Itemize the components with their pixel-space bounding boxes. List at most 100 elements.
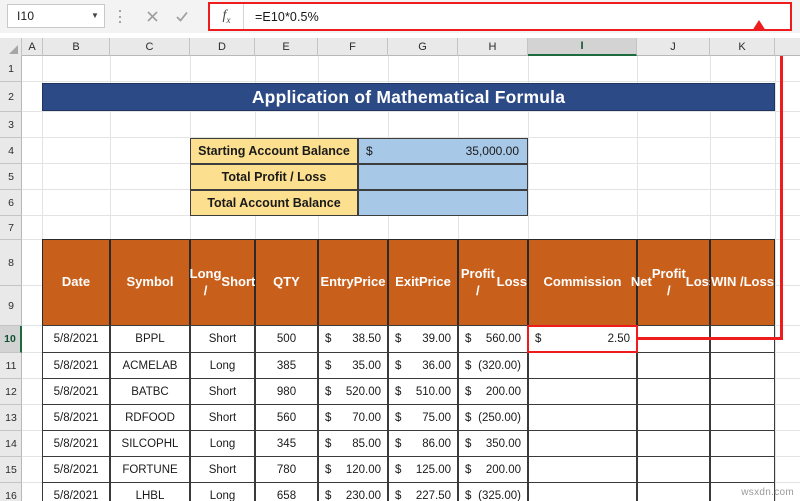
cell-date[interactable]: 5/8/2021 [42,378,110,405]
vertical-ellipsis-icon[interactable] [115,8,125,25]
cell-qty[interactable]: 345 [255,430,318,457]
cell-date[interactable]: 5/8/2021 [42,456,110,483]
summary-value-starting-balance[interactable]: $ 35,000.00 [358,138,528,164]
column-header-G[interactable]: G [388,38,458,56]
column-header-C[interactable]: C [110,38,190,56]
cell-profit-loss[interactable]: $ (250.00) [458,404,528,431]
row-header-12[interactable]: 12 [0,379,22,405]
column-header-D[interactable]: D [190,38,255,56]
cell-win-loss[interactable] [710,430,775,457]
cell-qty[interactable]: 980 [255,378,318,405]
cell-date[interactable]: 5/8/2021 [42,404,110,431]
cell-profit-loss[interactable]: $ (325.00) [458,482,528,501]
cell-profit-loss[interactable]: $560.00 [458,325,528,353]
row-header-9[interactable]: 9 [0,286,22,326]
cell-commission[interactable] [528,378,637,405]
cell-long-short[interactable]: Long [190,352,255,379]
cell-net-profit-loss[interactable] [637,378,710,405]
cell-entry-price[interactable]: $70.00 [318,404,388,431]
cell-date[interactable]: 5/8/2021 [42,325,110,353]
column-header-L[interactable] [775,38,800,56]
name-box[interactable]: I10 ▼ [7,4,105,28]
formula-input-wrapper[interactable]: fx =E10*0.5% [208,2,792,31]
chevron-down-icon[interactable]: ▼ [86,5,104,27]
cell-net-profit-loss[interactable] [637,352,710,379]
row-header-16[interactable]: 16 [0,483,22,501]
cell-commission[interactable] [528,482,637,501]
cell-exit-price[interactable]: $227.50 [388,482,458,501]
cell-date[interactable]: 5/8/2021 [42,352,110,379]
cell-long-short[interactable]: Long [190,482,255,501]
row-header-5[interactable]: 5 [0,164,22,190]
cell-exit-price[interactable]: $510.00 [388,378,458,405]
cell-symbol[interactable]: LHBL [110,482,190,501]
cancel-x-icon[interactable] [137,3,167,29]
row-header-10[interactable]: 10 [0,326,22,353]
column-header-A[interactable]: A [22,38,43,56]
cell-qty[interactable]: 780 [255,456,318,483]
row-header-3[interactable]: 3 [0,112,22,138]
column-header-J[interactable]: J [637,38,710,56]
cell-net-profit-loss[interactable] [637,404,710,431]
cell-profit-loss[interactable]: $ (320.00) [458,352,528,379]
cell-qty[interactable]: 500 [255,325,318,353]
cell-profit-loss[interactable]: $200.00 [458,456,528,483]
cell-long-short[interactable]: Short [190,404,255,431]
cell-symbol[interactable]: FORTUNE [110,456,190,483]
cell-entry-price[interactable]: $35.00 [318,352,388,379]
cell-commission[interactable] [528,352,637,379]
cell-symbol[interactable]: ACMELAB [110,352,190,379]
row-header-15[interactable]: 15 [0,457,22,483]
row-header-8[interactable]: 8 [0,240,22,286]
summary-value-total-profit-loss[interactable] [358,164,528,190]
select-all-corner[interactable] [0,38,22,56]
row-header-13[interactable]: 13 [0,405,22,431]
cell-date[interactable]: 5/8/2021 [42,482,110,501]
cell-entry-price[interactable]: $120.00 [318,456,388,483]
row-header-1[interactable]: 1 [0,56,22,82]
row-header-7[interactable]: 7 [0,216,22,240]
cell-symbol[interactable]: BPPL [110,325,190,353]
cell-profit-loss[interactable]: $350.00 [458,430,528,457]
column-header-E[interactable]: E [255,38,318,56]
summary-value-total-account-balance[interactable] [358,190,528,216]
row-header-11[interactable]: 11 [0,353,22,379]
cell-symbol[interactable]: SILCOPHL [110,430,190,457]
cell-win-loss[interactable] [710,352,775,379]
row-header-14[interactable]: 14 [0,431,22,457]
column-header-I[interactable]: I [528,38,637,56]
cell-exit-price[interactable]: $36.00 [388,352,458,379]
cell-symbol[interactable]: RDFOOD [110,404,190,431]
cell-win-loss[interactable] [710,378,775,405]
cell-qty[interactable]: 560 [255,404,318,431]
row-header-6[interactable]: 6 [0,190,22,216]
cell-exit-price[interactable]: $86.00 [388,430,458,457]
cell-long-short[interactable]: Long [190,430,255,457]
cell-exit-price[interactable]: $125.00 [388,456,458,483]
cell-entry-price[interactable]: $520.00 [318,378,388,405]
cell-commission[interactable] [528,404,637,431]
cell-long-short[interactable]: Short [190,378,255,405]
cell-entry-price[interactable]: $38.50 [318,325,388,353]
cell-exit-price[interactable]: $75.00 [388,404,458,431]
cell-win-loss[interactable] [710,404,775,431]
cell-entry-price[interactable]: $85.00 [318,430,388,457]
column-header-F[interactable]: F [318,38,388,56]
cell-net-profit-loss[interactable] [637,430,710,457]
cell-net-profit-loss[interactable] [637,482,710,501]
formula-input[interactable]: =E10*0.5% [244,10,790,24]
cell-net-profit-loss[interactable] [637,456,710,483]
cell-qty[interactable]: 385 [255,352,318,379]
cell-long-short[interactable]: Short [190,325,255,353]
fx-icon[interactable]: fx [210,4,244,29]
cell-date[interactable]: 5/8/2021 [42,430,110,457]
cell-commission[interactable] [528,430,637,457]
row-header-2[interactable]: 2 [0,82,22,112]
confirm-check-icon[interactable] [167,3,197,29]
cell-qty[interactable]: 658 [255,482,318,501]
cell-win-loss[interactable] [710,456,775,483]
cell-exit-price[interactable]: $39.00 [388,325,458,353]
column-header-B[interactable]: B [43,38,110,56]
cell-long-short[interactable]: Short [190,456,255,483]
column-header-H[interactable]: H [458,38,528,56]
